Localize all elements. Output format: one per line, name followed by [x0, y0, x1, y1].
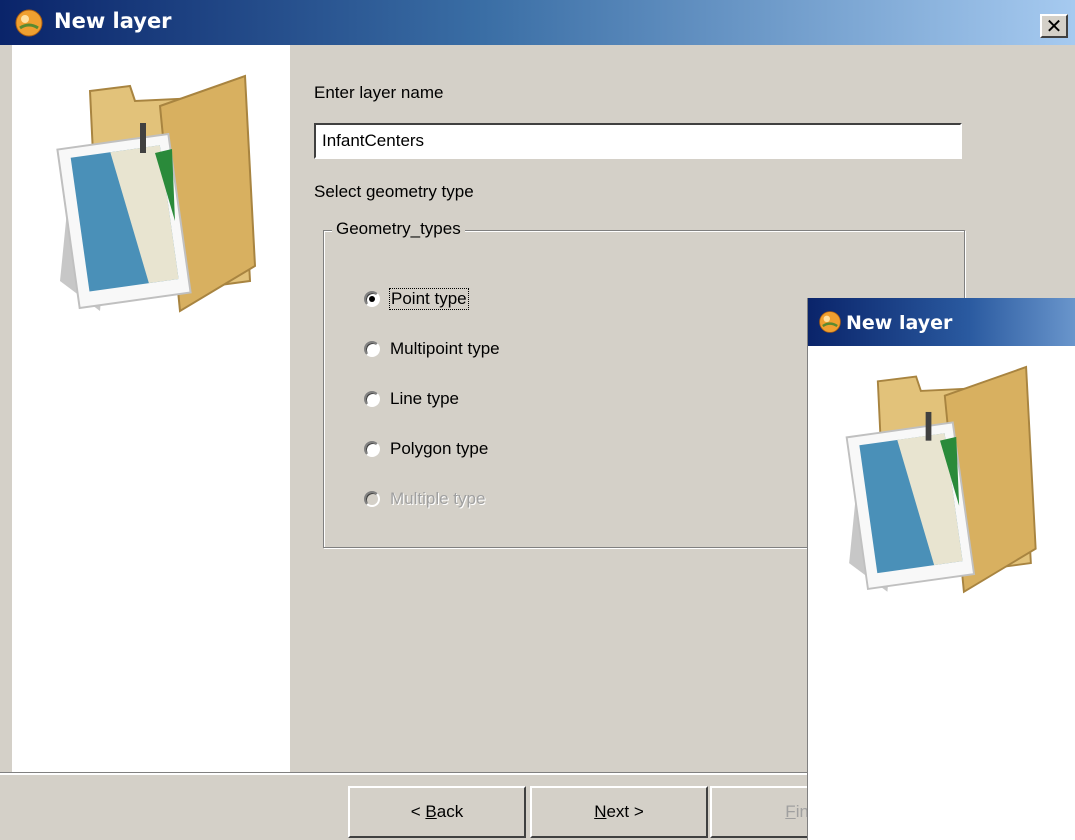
overlay-title-bar[interactable]: New layer	[808, 298, 1075, 346]
layer-name-label: Enter layer name	[314, 83, 444, 102]
gvsig-app-icon	[818, 310, 842, 339]
back-button[interactable]: < Back	[348, 786, 526, 838]
radio-label: Line type	[390, 389, 459, 408]
window-title: New layer	[54, 9, 172, 33]
radio-label: Multiple type	[390, 489, 486, 508]
radio-point-type[interactable]: Point type	[364, 288, 469, 310]
wizard-side-image-panel	[12, 45, 290, 773]
radio-line-type[interactable]: Line type	[364, 389, 459, 409]
radio-button-icon[interactable]	[364, 391, 380, 407]
gvsig-app-icon	[14, 8, 44, 43]
overlay-window-title: New layer	[846, 312, 953, 334]
close-icon: ✕	[1045, 14, 1063, 38]
geometry-type-label: Select geometry type	[314, 182, 474, 201]
folder-with-map-icon	[830, 352, 1050, 607]
radio-button-disabled-icon	[364, 491, 380, 507]
radio-label: Polygon type	[390, 439, 489, 458]
close-button[interactable]: ✕	[1040, 14, 1068, 38]
radio-button-selected-icon[interactable]	[364, 291, 380, 307]
radio-polygon-type[interactable]: Polygon type	[364, 439, 488, 459]
overlay-new-layer-window[interactable]: New layer	[807, 298, 1075, 840]
radio-multiple-type: Multiple type	[364, 489, 485, 509]
radio-multipoint-type[interactable]: Multipoint type	[364, 339, 500, 359]
radio-label: Multipoint type	[390, 339, 500, 358]
group-title: Geometry_types	[332, 219, 465, 239]
folder-with-map-icon	[40, 61, 270, 326]
next-button[interactable]: Next >	[530, 786, 708, 838]
radio-button-icon[interactable]	[364, 341, 380, 357]
title-bar[interactable]: New layer ✕	[0, 0, 1075, 45]
layer-name-input[interactable]	[314, 123, 962, 159]
radio-button-icon[interactable]	[364, 441, 380, 457]
radio-label: Point type	[389, 288, 469, 310]
